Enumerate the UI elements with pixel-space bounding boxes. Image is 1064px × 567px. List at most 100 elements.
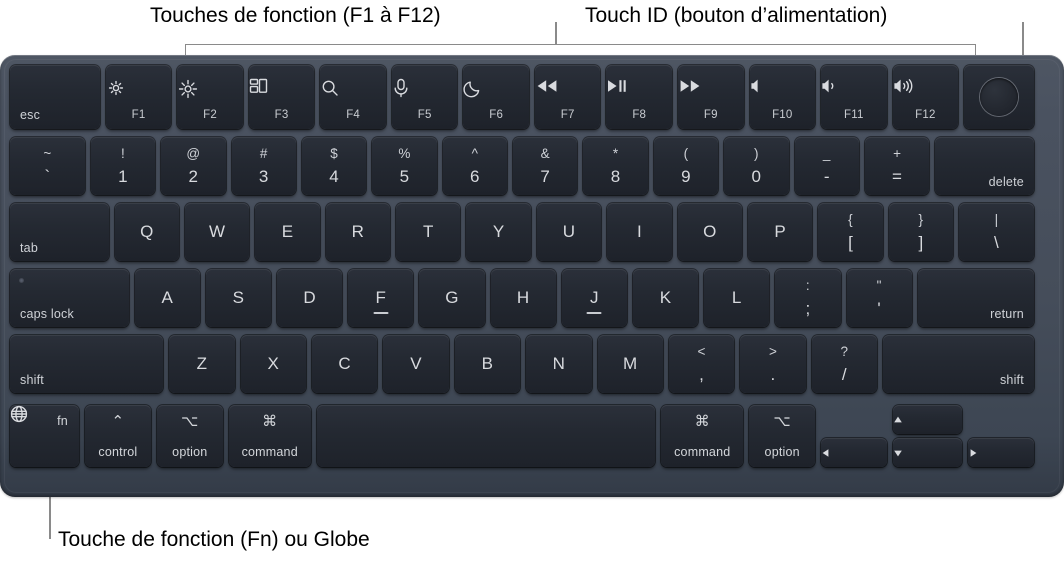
key-key-v[interactable]: V (383, 335, 449, 393)
key-shift-right[interactable]: shift (883, 335, 1034, 393)
key-key-k[interactable]: K (632, 269, 699, 327)
key-digit-0[interactable]: ) 0 (724, 137, 789, 195)
key-key-x[interactable]: X (240, 335, 306, 393)
key-quote[interactable]: " ' (846, 269, 912, 327)
function-key-number: F4 (346, 109, 361, 122)
command-left-label: command (241, 444, 298, 459)
key-return[interactable]: return (917, 269, 1034, 327)
key-key-h[interactable]: H (490, 269, 556, 327)
key-key-z[interactable]: Z (169, 335, 235, 393)
key-key-w[interactable]: W (184, 203, 250, 261)
key-key-u[interactable]: U (536, 203, 602, 261)
key-i-label: I (636, 222, 642, 241)
key-key-p[interactable]: P (747, 203, 813, 261)
key-digit-4[interactable]: $4 (301, 137, 367, 195)
key-f3[interactable]: F3 (248, 65, 315, 129)
key-tab[interactable]: tab (10, 203, 109, 261)
digit-1-lower: 1 (118, 166, 128, 186)
key-z-label: Z (196, 354, 208, 373)
key-digit-1[interactable]: ! 1 (90, 137, 156, 195)
key-arrow-right[interactable] (967, 438, 1034, 467)
key-key-m[interactable]: M (597, 335, 663, 393)
key-f4[interactable]: F4 (320, 65, 386, 129)
fast-forward-icon (678, 78, 744, 94)
key-f1[interactable]: F1 (105, 65, 172, 129)
key-key-e[interactable]: E (255, 203, 320, 261)
return-label: return (990, 306, 1024, 321)
key-f10[interactable]: F10 (749, 65, 816, 129)
key-f9[interactable]: F9 (678, 65, 744, 129)
homing-bar (586, 312, 602, 314)
digit-7-upper: & (540, 146, 550, 162)
key-backtick[interactable]: ~ ` (10, 137, 85, 195)
function-key-number: F2 (203, 109, 217, 122)
function-key-number: F3 (274, 109, 289, 122)
key-key-c[interactable]: C (311, 335, 378, 393)
key-command-right[interactable]: ⌘ command (661, 405, 744, 467)
key-key-f[interactable]: F (348, 269, 414, 327)
digit-5-upper: % (398, 146, 411, 162)
key-key-q[interactable]: Q (114, 203, 179, 261)
key-f6[interactable]: F6 (463, 65, 529, 129)
key-backslash[interactable]: | \ (959, 203, 1034, 261)
key-digit-3[interactable]: #3 (231, 137, 296, 195)
key-f8[interactable]: F8 (606, 65, 672, 129)
key-key-t[interactable]: T (396, 203, 461, 261)
key-arrow-left[interactable] (821, 438, 888, 467)
key-m-label: M (623, 354, 638, 373)
bracket-left-lower: [ (848, 232, 853, 252)
touch-id-icon[interactable] (979, 78, 1018, 116)
homing-bar (373, 312, 389, 314)
key-minus[interactable]: _ - (794, 137, 859, 195)
key-esc[interactable]: esc (10, 65, 100, 129)
key-arrow-down[interactable] (893, 438, 962, 467)
key-command-left[interactable]: ⌘ command (228, 405, 311, 467)
key-shift-left[interactable]: shift (10, 335, 164, 393)
key-digit-9[interactable]: (9 (653, 137, 719, 195)
key-period[interactable]: >. (740, 335, 806, 393)
key-f5[interactable]: F5 (391, 65, 458, 129)
key-key-j[interactable]: J (561, 269, 627, 327)
key-s-label: S (232, 288, 245, 307)
key-option-right[interactable]: ⌥ option (749, 405, 816, 467)
key-f11[interactable]: F11 (821, 65, 887, 129)
key-key-o[interactable]: O (677, 203, 742, 261)
key-touch-id[interactable] (964, 65, 1034, 129)
key-digit-6[interactable]: ^ 6 (442, 137, 508, 195)
key-option-left[interactable]: ⌥ option (156, 405, 223, 467)
key-slash[interactable]: ? / (811, 335, 878, 393)
key-key-b[interactable]: B (454, 335, 521, 393)
key-bracket-left[interactable]: {[ (818, 203, 883, 261)
key-key-y[interactable]: Y (466, 203, 531, 261)
key-key-i[interactable]: I (607, 203, 672, 261)
key-digit-7[interactable]: & 7 (513, 137, 578, 195)
fn-label: fn (57, 413, 68, 428)
key-key-r[interactable]: R (325, 203, 391, 261)
shift-left-label: shift (20, 372, 44, 387)
key-equal[interactable]: + = (864, 137, 930, 195)
key-caps-lock[interactable]: caps lock (10, 269, 129, 327)
key-comma[interactable]: <, (668, 335, 735, 393)
quote-lower: ' (877, 298, 881, 318)
key-space[interactable] (316, 405, 656, 467)
key-arrow-up[interactable] (893, 405, 962, 434)
key-key-a[interactable]: A (134, 269, 200, 327)
key-digit-2[interactable]: @2 (161, 137, 226, 195)
semicolon-upper: : (805, 278, 810, 294)
key-key-l[interactable]: L (704, 269, 770, 327)
key-key-d[interactable]: D (277, 269, 343, 327)
key-key-n[interactable]: N (526, 335, 592, 393)
key-delete[interactable]: delete (935, 137, 1034, 195)
key-semicolon[interactable]: :; (775, 269, 841, 327)
key-key-g[interactable]: G (419, 269, 485, 327)
key-control[interactable]: ⌃ control (84, 405, 151, 467)
key-fn-globe[interactable]: fn (10, 405, 79, 467)
key-bracket-right[interactable]: }] (888, 203, 954, 261)
key-f7[interactable]: F7 (534, 65, 601, 129)
key-digit-5[interactable]: % 5 (372, 137, 437, 195)
key-key-s[interactable]: S (205, 269, 271, 327)
key-digit-8[interactable]: * 8 (583, 137, 648, 195)
key-f2[interactable]: F2 (177, 65, 243, 129)
key-h-label: H (516, 288, 530, 307)
key-f12[interactable]: F12 (892, 65, 959, 129)
